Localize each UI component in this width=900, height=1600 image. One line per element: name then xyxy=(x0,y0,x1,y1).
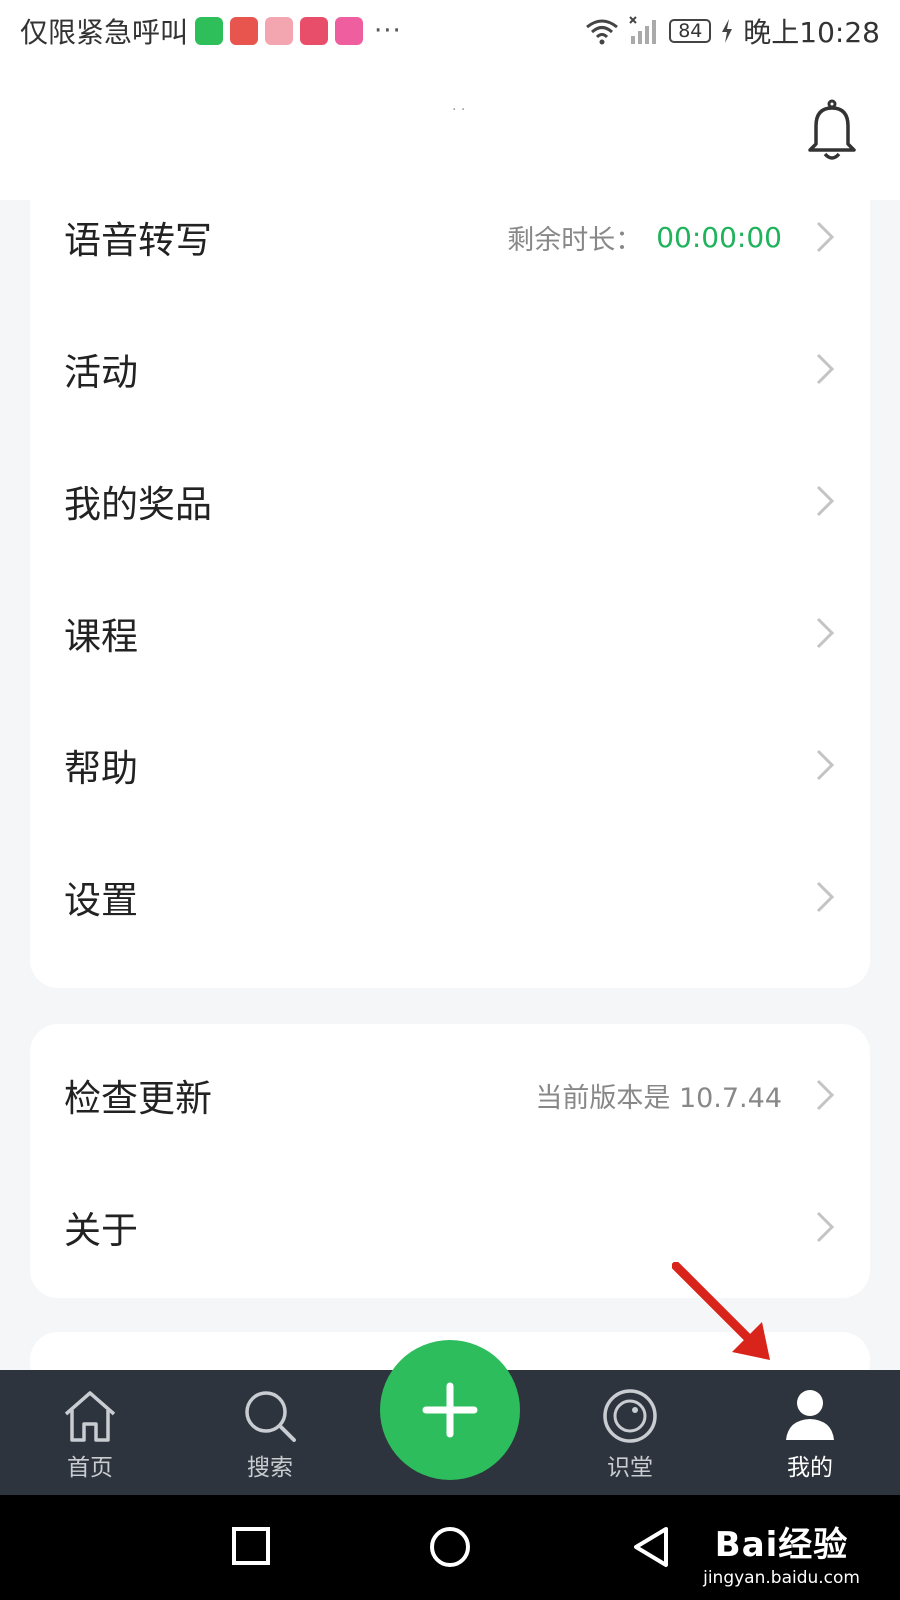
more-notifications-icon: ··· xyxy=(374,16,402,46)
chevron-right-icon xyxy=(816,485,835,517)
home-icon xyxy=(64,1391,116,1442)
tab-label: 识堂 xyxy=(607,1455,653,1481)
system-nav-bar: Bai经验 jingyan.baidu.com xyxy=(0,1495,900,1600)
chevron-right-icon xyxy=(816,1079,835,1111)
pink-app-icon xyxy=(335,17,364,45)
battery-indicator: 84 xyxy=(669,19,712,43)
current-version-text: 当前版本是 10.7.44 xyxy=(535,1082,782,1114)
menu-row-label: 语音转写 xyxy=(64,219,212,262)
menu-row-label: 设置 xyxy=(64,879,138,922)
menu-row-label: 关于 xyxy=(64,1209,138,1252)
menu-row-activities[interactable]: 活动 xyxy=(30,302,870,436)
tab-label: 首页 xyxy=(67,1455,113,1481)
chevron-right-icon xyxy=(816,749,835,781)
cartoon-app-icon xyxy=(265,17,294,45)
remaining-time-value: 00:00:00 xyxy=(656,220,782,254)
circle-app-icon xyxy=(300,17,329,45)
tab-label: 我的 xyxy=(787,1455,833,1481)
tab-shitang[interactable]: 识堂 xyxy=(570,1370,690,1495)
menu-row-my-prizes[interactable]: 我的奖品 xyxy=(30,434,870,568)
tab-label: 搜索 xyxy=(247,1455,293,1481)
menu-row-help[interactable]: 帮助 xyxy=(30,698,870,832)
chevron-right-icon xyxy=(816,1211,835,1243)
remaining-time-label: 剩余时长： xyxy=(507,224,643,256)
reader-app-icon xyxy=(195,17,224,45)
add-button[interactable] xyxy=(380,1340,520,1480)
chevron-right-icon xyxy=(816,221,835,253)
menu-card-main: 语音转写 剩余时长： 00:00:00 活动 我的奖品 课程 帮助 设置 xyxy=(30,170,870,988)
menu-row-label: 课程 xyxy=(64,615,138,658)
status-left: 仅限紧急呼叫 ··· xyxy=(20,11,402,51)
clock-time: 晚上10:28 xyxy=(743,16,880,49)
row-right: 剩余时长： 00:00:00 xyxy=(507,218,836,257)
tab-search[interactable]: 搜索 xyxy=(210,1370,330,1495)
wifi-icon xyxy=(586,19,619,45)
red-app-icon xyxy=(230,17,259,45)
status-bar: 仅限紧急呼叫 ··· 84 晚上10:28 xyxy=(0,0,900,62)
row-right xyxy=(796,880,836,914)
plus-icon xyxy=(422,1382,478,1438)
recent-apps-icon[interactable] xyxy=(230,1525,272,1567)
chevron-right-icon xyxy=(816,617,835,649)
signal-icon xyxy=(629,16,657,44)
search-icon xyxy=(245,1391,296,1442)
annotation-arrow-icon xyxy=(672,1262,770,1360)
chevron-right-icon xyxy=(816,353,835,385)
back-button-icon[interactable] xyxy=(630,1525,672,1569)
menu-row-label: 帮助 xyxy=(64,747,138,790)
menu-row-label: 活动 xyxy=(64,351,138,394)
watermark-main: Bai经验 xyxy=(714,1525,849,1565)
baidu-watermark: Bai经验 jingyan.baidu.com xyxy=(703,1517,860,1588)
menu-row-settings[interactable]: 设置 xyxy=(30,830,870,964)
menu-card-app-info: 检查更新 当前版本是 10.7.44 关于 xyxy=(30,1024,870,1298)
home-button-icon[interactable] xyxy=(428,1525,472,1569)
carrier-text: 仅限紧急呼叫 xyxy=(20,16,189,49)
tab-mine[interactable]: 我的 xyxy=(750,1370,870,1495)
tab-home[interactable]: 首页 xyxy=(30,1370,150,1495)
row-right xyxy=(796,484,836,518)
charging-icon xyxy=(722,19,733,43)
row-right xyxy=(796,1210,836,1244)
chevron-right-icon xyxy=(816,881,835,913)
row-right xyxy=(796,616,836,650)
row-right xyxy=(796,748,836,782)
menu-row-label: 检查更新 xyxy=(64,1077,212,1120)
row-right: 当前版本是 10.7.44 xyxy=(535,1076,836,1115)
status-right: 84 晚上10:28 xyxy=(585,11,880,51)
notification-bell-icon[interactable] xyxy=(804,98,860,162)
menu-row-voice-transcription[interactable]: 语音转写 剩余时长： 00:00:00 xyxy=(30,170,870,304)
header-decoration: · · xyxy=(452,102,466,118)
row-right xyxy=(796,352,836,386)
user-icon xyxy=(786,1390,834,1440)
menu-row-courses[interactable]: 课程 xyxy=(30,566,870,700)
menu-row-label: 我的奖品 xyxy=(64,483,212,526)
smile-icon xyxy=(603,1389,657,1443)
menu-row-check-update[interactable]: 检查更新 当前版本是 10.7.44 xyxy=(30,1028,870,1162)
watermark-url: jingyan.baidu.com xyxy=(703,1568,860,1588)
